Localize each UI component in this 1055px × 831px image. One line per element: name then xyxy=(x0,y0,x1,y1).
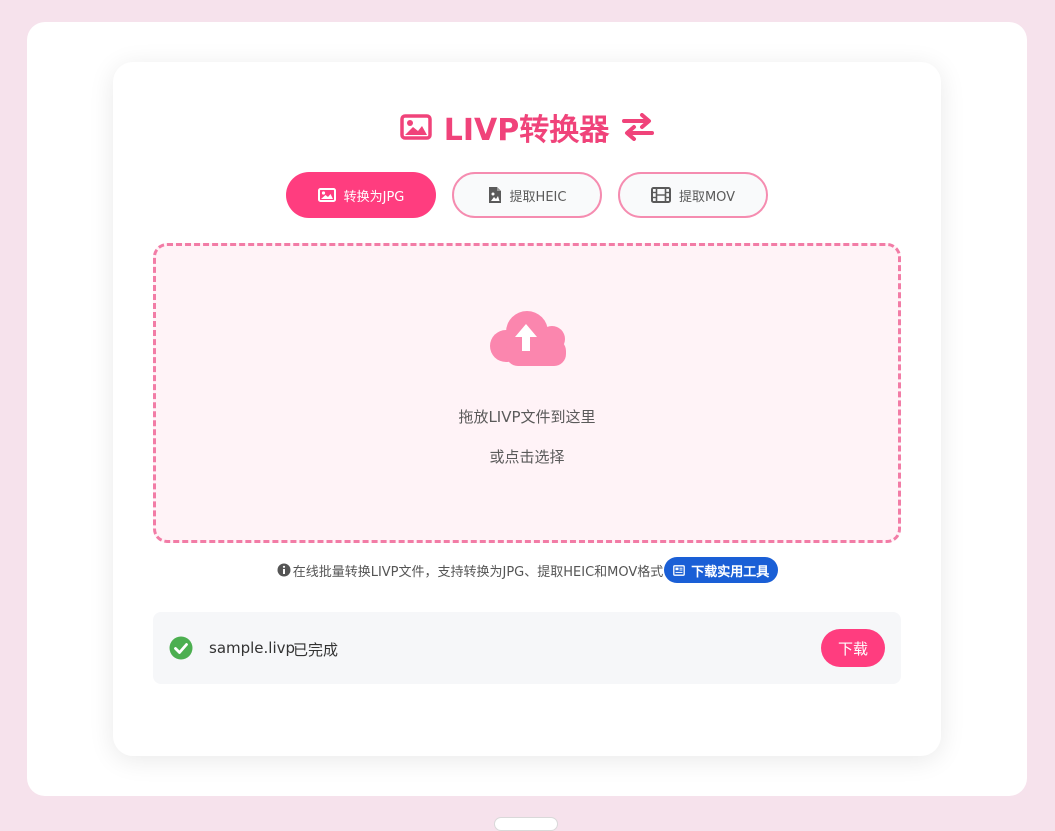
tab-extract-mov[interactable]: 提取MOV xyxy=(618,172,768,218)
tab-extract-heic[interactable]: 提取HEIC xyxy=(452,172,602,218)
file-list-item: sample.livp 已完成 下载 xyxy=(153,612,901,684)
page-title-text: LIVP转换器 xyxy=(443,113,610,148)
exchange-icon xyxy=(621,113,655,141)
image-icon xyxy=(400,114,432,140)
check-circle-icon xyxy=(169,636,193,664)
film-icon xyxy=(650,187,671,203)
download-tool-button[interactable]: 下载实用工具 xyxy=(664,557,779,583)
info-circle-icon xyxy=(277,563,291,577)
download-button[interactable]: 下载 xyxy=(821,629,885,667)
tab-label: 提取MOV xyxy=(678,189,736,205)
file-dropzone[interactable]: 拖放LIVP文件到这里 或点击选择 xyxy=(153,243,901,543)
floating-widget[interactable] xyxy=(494,817,558,831)
info-text: 在线批量转换LIVP文件，支持转换为JPG、提取HEIC和MOV格式 xyxy=(292,564,664,580)
page-title: LIVP转换器 xyxy=(0,105,1055,149)
tab-convert-jpg[interactable]: 转换为JPG xyxy=(286,172,436,218)
tab-label: 转换为JPG xyxy=(343,189,405,205)
info-line: 在线批量转换LIVP文件，支持转换为JPG、提取HEIC和MOV格式 下载实用工… xyxy=(0,556,1055,584)
file-name: sample.livp xyxy=(209,639,296,657)
newspaper-icon xyxy=(673,564,686,576)
dropzone-main-text: 拖放LIVP文件到这里 xyxy=(458,408,596,426)
download-tool-label: 下载实用工具 xyxy=(691,564,770,580)
cloud-upload-icon xyxy=(489,308,571,370)
dropzone-sub-text: 或点击选择 xyxy=(489,448,565,466)
file-status: 已完成 xyxy=(293,641,339,659)
image-icon xyxy=(317,188,336,202)
tab-label: 提取HEIC xyxy=(509,189,567,205)
file-image-icon xyxy=(488,186,502,204)
